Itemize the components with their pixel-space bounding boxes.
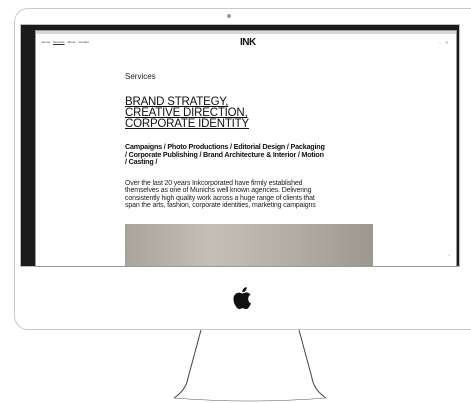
nav-link-about[interactable]: About	[68, 40, 76, 44]
nav-link-home[interactable]: Home	[42, 40, 50, 44]
services-list: Campaigns / Photo Productions / Editoria…	[125, 143, 363, 166]
headline: BRAND STRATEGY, CREATIVE DIRECTION, CORP…	[125, 96, 363, 130]
browser-titlebar	[36, 31, 456, 34]
body-line: span the arts, fashion, corporate identi…	[125, 202, 316, 209]
camera-icon	[227, 14, 231, 18]
screen: Home Services About Contact INK ◦ ≡ Serv…	[35, 30, 457, 267]
search-icon[interactable]: ◦	[439, 40, 440, 45]
nav-links: Home Services About Contact	[42, 40, 89, 44]
main-content: Services BRAND STRATEGY, CREATIVE DIRECT…	[125, 72, 363, 210]
site-navbar: Home Services About Contact INK ◦ ≡	[36, 37, 456, 48]
nav-link-services[interactable]: Services	[53, 40, 65, 44]
headline-line: CORPORATE IDENTITY	[125, 118, 249, 130]
body-text: Over the last 20 years Inkcorporated hav…	[125, 180, 363, 210]
site-logo[interactable]: INK	[240, 37, 256, 48]
hero-photo	[125, 224, 373, 266]
services-line: / Casting /	[125, 157, 158, 166]
nav-link-contact[interactable]: Contact	[78, 40, 88, 44]
body-line: consistently high quality work across a …	[125, 194, 315, 202]
scroll-indicator-icon: •	[448, 252, 450, 257]
body-line: themselves as one of Munichs well known …	[125, 187, 312, 194]
apple-logo-icon	[233, 287, 251, 310]
nav-right: ◦ ≡	[439, 40, 448, 45]
monitor-stand	[173, 330, 327, 402]
body-line: Over the last 20 years Inkcorporated hav…	[125, 179, 303, 187]
section-label: Services	[125, 72, 156, 81]
menu-icon[interactable]: ≡	[446, 40, 448, 45]
services-line: / Corporate Publishing / Brand Architect…	[125, 149, 324, 159]
